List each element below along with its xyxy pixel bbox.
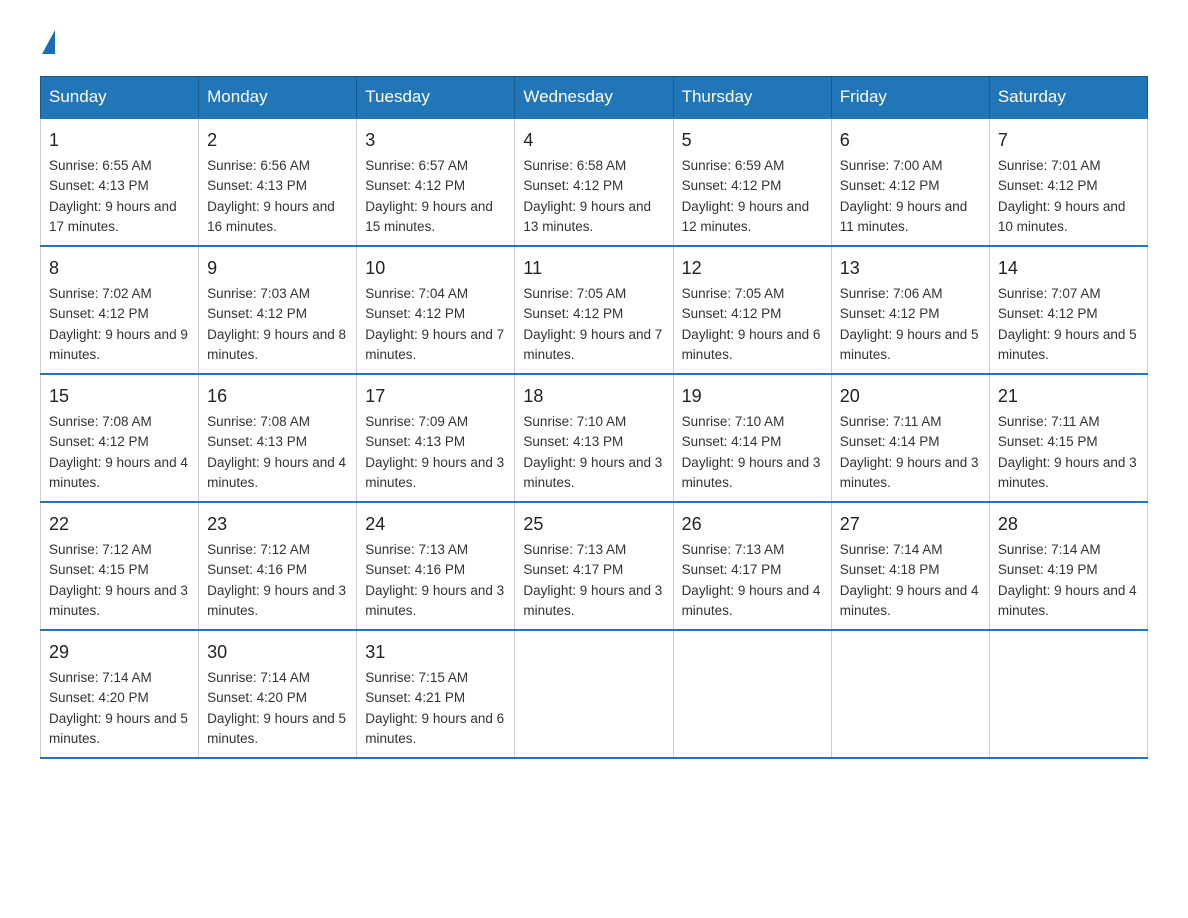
day-number: 24 [365,511,506,538]
day-number: 15 [49,383,190,410]
calendar-cell: 9Sunrise: 7:03 AMSunset: 4:12 PMDaylight… [199,246,357,374]
page-header [40,30,1148,56]
calendar-cell: 8Sunrise: 7:02 AMSunset: 4:12 PMDaylight… [41,246,199,374]
day-number: 4 [523,127,664,154]
calendar-cell: 18Sunrise: 7:10 AMSunset: 4:13 PMDayligh… [515,374,673,502]
day-number: 25 [523,511,664,538]
calendar-cell: 15Sunrise: 7:08 AMSunset: 4:12 PMDayligh… [41,374,199,502]
calendar-cell: 1Sunrise: 6:55 AMSunset: 4:13 PMDaylight… [41,118,199,246]
calendar-cell: 7Sunrise: 7:01 AMSunset: 4:12 PMDaylight… [989,118,1147,246]
calendar-cell: 20Sunrise: 7:11 AMSunset: 4:14 PMDayligh… [831,374,989,502]
calendar-cell: 28Sunrise: 7:14 AMSunset: 4:19 PMDayligh… [989,502,1147,630]
calendar-cell: 24Sunrise: 7:13 AMSunset: 4:16 PMDayligh… [357,502,515,630]
day-number: 28 [998,511,1139,538]
calendar-cell [673,630,831,758]
day-number: 1 [49,127,190,154]
day-header-wednesday: Wednesday [515,77,673,119]
day-number: 14 [998,255,1139,282]
day-number: 26 [682,511,823,538]
day-number: 7 [998,127,1139,154]
calendar-cell: 14Sunrise: 7:07 AMSunset: 4:12 PMDayligh… [989,246,1147,374]
day-header-monday: Monday [199,77,357,119]
day-number: 3 [365,127,506,154]
calendar-cell: 12Sunrise: 7:05 AMSunset: 4:12 PMDayligh… [673,246,831,374]
day-number: 12 [682,255,823,282]
calendar-cell: 23Sunrise: 7:12 AMSunset: 4:16 PMDayligh… [199,502,357,630]
calendar-cell: 2Sunrise: 6:56 AMSunset: 4:13 PMDaylight… [199,118,357,246]
day-number: 13 [840,255,981,282]
calendar-cell: 19Sunrise: 7:10 AMSunset: 4:14 PMDayligh… [673,374,831,502]
day-number: 22 [49,511,190,538]
calendar-cell: 17Sunrise: 7:09 AMSunset: 4:13 PMDayligh… [357,374,515,502]
day-number: 6 [840,127,981,154]
calendar-cell: 4Sunrise: 6:58 AMSunset: 4:12 PMDaylight… [515,118,673,246]
week-row-1: 1Sunrise: 6:55 AMSunset: 4:13 PMDaylight… [41,118,1148,246]
week-row-4: 22Sunrise: 7:12 AMSunset: 4:15 PMDayligh… [41,502,1148,630]
calendar-cell: 10Sunrise: 7:04 AMSunset: 4:12 PMDayligh… [357,246,515,374]
day-number: 17 [365,383,506,410]
day-header-saturday: Saturday [989,77,1147,119]
calendar-cell: 31Sunrise: 7:15 AMSunset: 4:21 PMDayligh… [357,630,515,758]
calendar-cell: 5Sunrise: 6:59 AMSunset: 4:12 PMDaylight… [673,118,831,246]
day-number: 30 [207,639,348,666]
day-number: 19 [682,383,823,410]
calendar-cell: 11Sunrise: 7:05 AMSunset: 4:12 PMDayligh… [515,246,673,374]
day-number: 8 [49,255,190,282]
day-number: 11 [523,255,664,282]
calendar-cell: 30Sunrise: 7:14 AMSunset: 4:20 PMDayligh… [199,630,357,758]
day-number: 16 [207,383,348,410]
day-number: 31 [365,639,506,666]
calendar-cell: 13Sunrise: 7:06 AMSunset: 4:12 PMDayligh… [831,246,989,374]
calendar-cell: 21Sunrise: 7:11 AMSunset: 4:15 PMDayligh… [989,374,1147,502]
day-number: 21 [998,383,1139,410]
day-number: 10 [365,255,506,282]
day-number: 29 [49,639,190,666]
week-row-5: 29Sunrise: 7:14 AMSunset: 4:20 PMDayligh… [41,630,1148,758]
calendar-table: SundayMondayTuesdayWednesdayThursdayFrid… [40,76,1148,759]
calendar-cell: 29Sunrise: 7:14 AMSunset: 4:20 PMDayligh… [41,630,199,758]
calendar-cell: 26Sunrise: 7:13 AMSunset: 4:17 PMDayligh… [673,502,831,630]
day-number: 18 [523,383,664,410]
day-number: 5 [682,127,823,154]
calendar-cell [515,630,673,758]
day-number: 2 [207,127,348,154]
calendar-cell: 25Sunrise: 7:13 AMSunset: 4:17 PMDayligh… [515,502,673,630]
day-header-friday: Friday [831,77,989,119]
day-number: 20 [840,383,981,410]
day-header-sunday: Sunday [41,77,199,119]
calendar-cell [831,630,989,758]
calendar-cell: 3Sunrise: 6:57 AMSunset: 4:12 PMDaylight… [357,118,515,246]
calendar-cell: 6Sunrise: 7:00 AMSunset: 4:12 PMDaylight… [831,118,989,246]
day-number: 23 [207,511,348,538]
calendar-cell: 27Sunrise: 7:14 AMSunset: 4:18 PMDayligh… [831,502,989,630]
calendar-cell [989,630,1147,758]
calendar-header-row: SundayMondayTuesdayWednesdayThursdayFrid… [41,77,1148,119]
week-row-2: 8Sunrise: 7:02 AMSunset: 4:12 PMDaylight… [41,246,1148,374]
day-number: 9 [207,255,348,282]
calendar-cell: 16Sunrise: 7:08 AMSunset: 4:13 PMDayligh… [199,374,357,502]
logo [40,30,55,56]
day-number: 27 [840,511,981,538]
day-header-tuesday: Tuesday [357,77,515,119]
calendar-cell: 22Sunrise: 7:12 AMSunset: 4:15 PMDayligh… [41,502,199,630]
week-row-3: 15Sunrise: 7:08 AMSunset: 4:12 PMDayligh… [41,374,1148,502]
day-header-thursday: Thursday [673,77,831,119]
